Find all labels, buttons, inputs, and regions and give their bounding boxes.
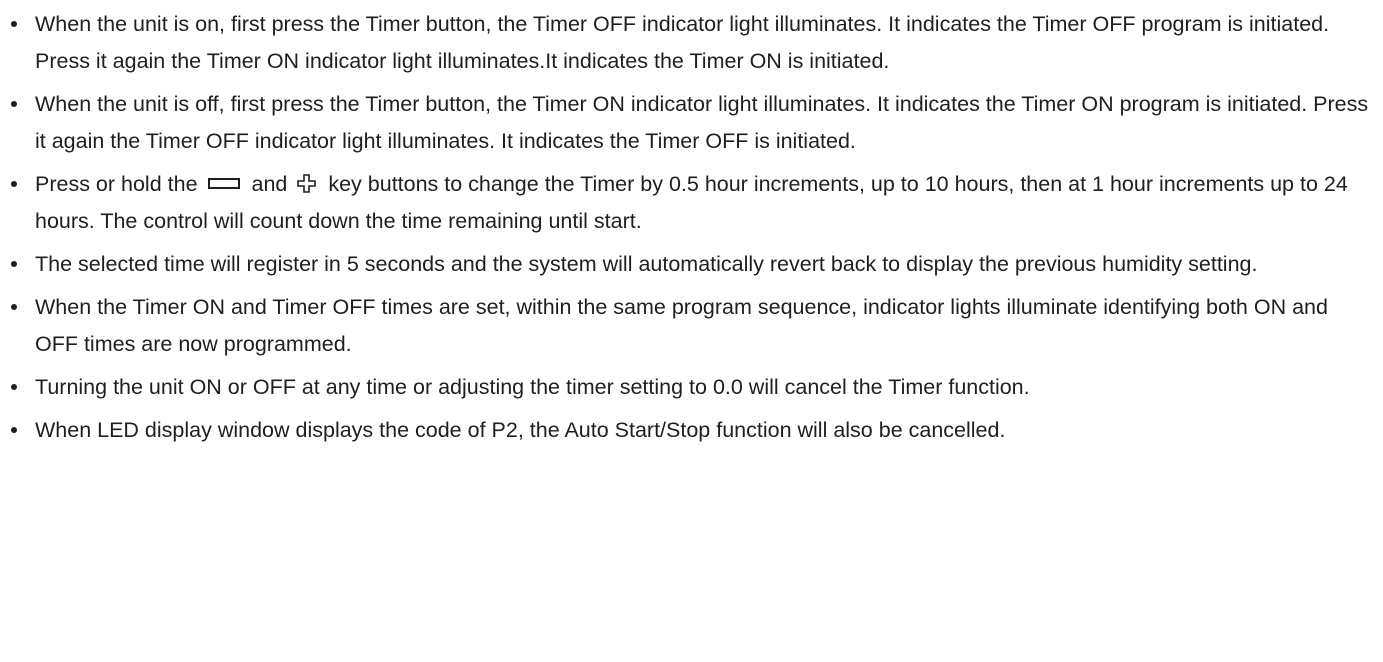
list-item-text: When the unit is off, first press the Ti…: [35, 92, 1369, 153]
list-item-text: When LED display window displays the cod…: [35, 418, 1006, 442]
bullet-dot-icon: [11, 101, 17, 107]
list-item: When the unit is on, first press the Tim…: [0, 6, 1383, 80]
list-item: When the Timer ON and Timer OFF times ar…: [0, 289, 1383, 363]
minus-key-icon: [207, 177, 240, 189]
list-item-text: When the unit is on, first press the Tim…: [35, 12, 1330, 73]
bullet-dot-icon: [11, 384, 17, 390]
bullet-dot-icon: [11, 261, 17, 267]
bullet-dot-icon: [11, 181, 17, 187]
list-item: When the unit is off, first press the Ti…: [0, 86, 1383, 160]
instruction-list: When the unit is on, first press the Tim…: [0, 6, 1383, 455]
bullet-dot-icon: [11, 304, 17, 310]
list-item: Press or hold the and key buttons to cha…: [0, 166, 1383, 240]
list-item-text: The selected time will register in 5 sec…: [35, 252, 1258, 276]
bullet-dot-icon: [11, 21, 17, 27]
list-item-text: Turning the unit ON or OFF at any time o…: [35, 375, 1030, 399]
list-item-text-before: Press or hold the: [35, 172, 198, 196]
list-item-text: When the Timer ON and Timer OFF times ar…: [35, 295, 1328, 356]
list-item: The selected time will register in 5 sec…: [0, 246, 1383, 283]
list-item: When LED display window displays the cod…: [0, 412, 1383, 449]
bullet-dot-icon: [11, 427, 17, 433]
plus-key-icon: [297, 174, 317, 193]
list-item-text-mid: and: [251, 172, 288, 196]
list-item: Turning the unit ON or OFF at any time o…: [0, 369, 1383, 406]
